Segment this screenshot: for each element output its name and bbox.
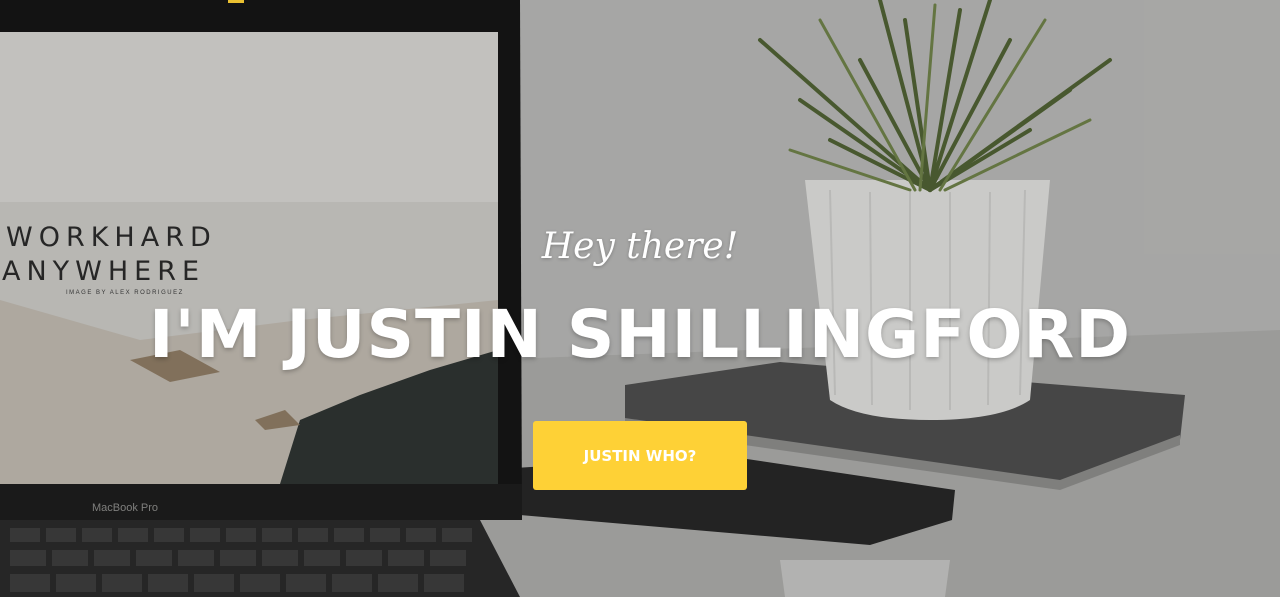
hero-greeting: Hey there! xyxy=(541,226,739,267)
hero-content: Hey there! I'M JUSTIN SHILLINGFORD JUSTI… xyxy=(0,0,1280,597)
justin-who-button[interactable]: JUSTIN WHO? xyxy=(533,421,747,490)
page-bottom-edge xyxy=(0,597,1280,601)
hero-headline: I'M JUSTIN SHILLINGFORD xyxy=(148,296,1132,373)
hero-section: WORKHARD ANYWHERE IMAGE BY ALEX RODRIGUE… xyxy=(0,0,1280,597)
